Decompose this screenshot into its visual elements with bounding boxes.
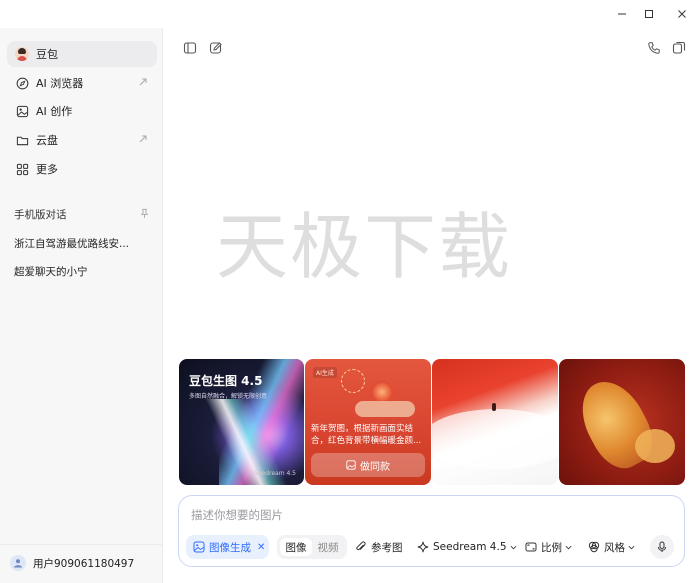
sidebar-item-label: 豆包 bbox=[36, 48, 58, 61]
sidebar-item-label: 云盘 bbox=[36, 134, 58, 147]
cloud-graphic bbox=[355, 401, 415, 417]
ai-generated-tag: AI生成 bbox=[313, 367, 337, 378]
avatar-icon bbox=[15, 47, 29, 61]
model-label: Seedream 4.5 bbox=[433, 541, 507, 553]
sidebar-item-more[interactable]: 更多 bbox=[7, 156, 157, 182]
sparkle-icon bbox=[417, 541, 429, 553]
sidebar-item-label: AI 浏览器 bbox=[36, 77, 84, 90]
card-prompt-text: 新年贺图，根据新画面实结合，红色背景带横幅暖金颜... bbox=[311, 424, 422, 446]
mobile-conversations-title: 手机版对话 bbox=[14, 209, 67, 221]
make-same-button[interactable]: 做同款 bbox=[311, 453, 425, 477]
showcase-card-seedream[interactable]: 豆包生图 4.5 多图自然融合，解锁无限创意 Seedream 4.5 bbox=[179, 359, 304, 485]
ratio-select[interactable]: 比例 bbox=[525, 535, 572, 559]
external-link-icon bbox=[139, 78, 147, 86]
conversation-item[interactable]: 超爱聊天的小宁 bbox=[14, 264, 154, 279]
sidebar-item-label: AI 创作 bbox=[36, 105, 73, 118]
close-icon[interactable]: ✕ bbox=[257, 542, 265, 553]
sidebar-item-label: 更多 bbox=[36, 163, 58, 176]
aspect-ratio-icon bbox=[525, 542, 537, 552]
style-label: 风格 bbox=[604, 541, 625, 554]
watermark-text: 天极下载 bbox=[216, 205, 513, 289]
card-tag: Seedream 4.5 bbox=[254, 470, 296, 477]
external-link-icon bbox=[139, 135, 147, 143]
image-icon bbox=[15, 104, 29, 118]
microphone-button[interactable] bbox=[650, 535, 674, 559]
window-icon[interactable] bbox=[672, 41, 686, 55]
user-icon bbox=[10, 555, 26, 571]
lantern-graphic bbox=[371, 381, 393, 403]
pin-icon[interactable] bbox=[139, 208, 150, 219]
image-generation-chip[interactable]: 图像生成 ✕ bbox=[186, 535, 269, 559]
card-subtitle: 多图自然融合，解锁无限创意 bbox=[189, 393, 268, 400]
user-profile[interactable]: 用户909061180497 bbox=[10, 552, 158, 574]
new-chat-icon[interactable] bbox=[209, 41, 223, 55]
folder-icon bbox=[15, 133, 29, 147]
maximize-button[interactable] bbox=[631, 0, 667, 28]
grid-icon bbox=[15, 162, 29, 176]
showcase-card-red-wave[interactable] bbox=[432, 359, 558, 485]
chevron-down-icon bbox=[565, 545, 572, 549]
minimize-icon bbox=[618, 13, 626, 15]
ratio-label: 比例 bbox=[541, 541, 562, 554]
chevron-down-icon bbox=[510, 545, 516, 549]
sidebar: 豆包 AI 浏览器 AI 创作 云盘 更多 手机版对话 浙江自驾游最优路线安..… bbox=[0, 28, 163, 583]
maximize-icon bbox=[645, 10, 653, 18]
sidebar-item-ai-create[interactable]: AI 创作 bbox=[7, 98, 157, 124]
showcase-card-new-year[interactable]: AI生成 新年贺图，根据新画面实结合，红色背景带横幅暖金颜... 做同款 bbox=[305, 359, 431, 485]
sidebar-item-cloud-drive[interactable]: 云盘 bbox=[7, 127, 157, 153]
user-name: 用户909061180497 bbox=[33, 557, 135, 570]
sidebar-item-ai-browser[interactable]: AI 浏览器 bbox=[7, 70, 157, 96]
close-icon bbox=[678, 10, 686, 18]
showcase-card-koi[interactable] bbox=[559, 359, 685, 485]
image-icon bbox=[193, 541, 205, 553]
palette-icon bbox=[588, 541, 600, 553]
model-select[interactable]: Seedream 4.5 bbox=[417, 535, 517, 559]
segment-video[interactable]: 视频 bbox=[313, 538, 343, 556]
sidebar-divider bbox=[0, 544, 163, 545]
make-same-label: 做同款 bbox=[360, 461, 390, 473]
conversation-item[interactable]: 浙江自驾游最优路线安... bbox=[14, 236, 154, 251]
microphone-icon bbox=[658, 541, 666, 552]
reference-image-button[interactable]: 参考图 bbox=[355, 535, 403, 559]
reference-image-label: 参考图 bbox=[371, 541, 403, 554]
sidebar-item-doubao[interactable]: 豆包 bbox=[7, 41, 157, 67]
phone-icon[interactable] bbox=[647, 41, 661, 55]
image-generation-label: 图像生成 bbox=[209, 541, 251, 554]
paperclip-icon bbox=[356, 541, 366, 551]
segment-image[interactable]: 图像 bbox=[280, 538, 312, 556]
title-bar bbox=[0, 0, 700, 28]
sidebar-toggle-icon[interactable] bbox=[183, 41, 197, 55]
card-title: 豆包生图 4.5 bbox=[189, 374, 263, 388]
image-icon bbox=[346, 460, 356, 470]
figure-graphic bbox=[492, 403, 496, 411]
prompt-placeholder[interactable]: 描述你想要的图片 bbox=[191, 507, 283, 523]
close-button[interactable] bbox=[664, 0, 700, 28]
chevron-down-icon bbox=[628, 545, 635, 549]
style-select[interactable]: 风格 bbox=[588, 535, 635, 559]
firework-graphic bbox=[341, 369, 365, 393]
compass-icon bbox=[15, 76, 29, 90]
